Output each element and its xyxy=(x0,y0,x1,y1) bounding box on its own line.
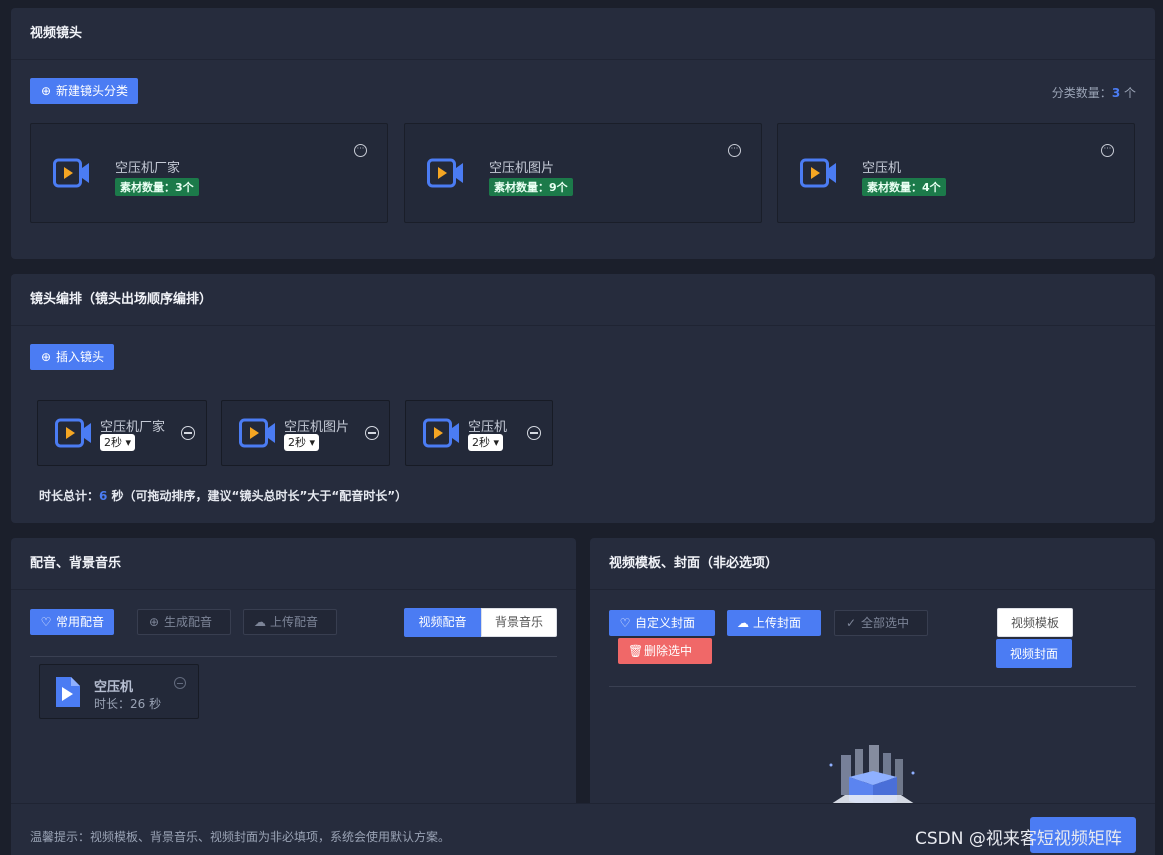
shots-panel-title: 视频镜头 xyxy=(11,8,1155,60)
template-panel: 视频模板、封面（非必选项） ♡ 自定义封面 ☁ 上传封面 ✓ 全部选中 🗑 删除… xyxy=(590,538,1155,808)
material-count-badge: 素材数量：9个 xyxy=(489,178,573,196)
custom-cover-button[interactable]: ♡ 自定义封面 xyxy=(609,610,715,636)
audio-file-card[interactable]: 空压机 时长：26 秒 xyxy=(39,664,199,719)
remove-circle-icon[interactable] xyxy=(174,677,186,689)
plus-circle-icon: ⊕ xyxy=(148,615,160,629)
video-camera-icon xyxy=(423,418,459,448)
upload-voice-label: 上传配音 xyxy=(270,615,319,629)
shots-panel: 视频镜头 ⊕ 新建镜头分类 分类数量：3 个 空压机厂家 素材数量：3个 ···… xyxy=(11,8,1155,259)
video-camera-icon xyxy=(427,158,463,188)
total-duration-label: 时长总计： xyxy=(39,489,100,503)
audio-panel: 配音、背景音乐 ♡ 常用配音 ⊕ 生成配音 ☁ 上传配音 视频配音 背景音乐 空… xyxy=(11,538,576,808)
arrange-panel: 镜头编排（镜头出场顺序编排） ⊕ 插入镜头 空压机厂家 2秒 ▾ 空压机图片 2… xyxy=(11,274,1155,523)
more-options-icon[interactable]: ··· xyxy=(728,144,741,157)
audio-file-name: 空压机 xyxy=(94,680,134,695)
video-camera-icon xyxy=(55,418,91,448)
audio-file-duration: 时长：26 秒 xyxy=(94,697,162,711)
template-panel-title: 视频模板、封面（非必选项） xyxy=(590,538,1155,590)
tab-video-cover[interactable]: 视频封面 xyxy=(996,639,1072,668)
upload-cover-label: 上传封面 xyxy=(753,616,802,630)
category-card[interactable]: 空压机 素材数量：4个 ··· xyxy=(777,123,1135,223)
remove-circle-icon[interactable] xyxy=(365,426,379,440)
plus-circle-icon: ⊕ xyxy=(40,350,52,364)
category-count-label: 分类数量： xyxy=(1051,86,1112,100)
sequence-item[interactable]: 空压机 2秒 ▾ xyxy=(405,400,553,466)
delete-selected-button[interactable]: 🗑 删除选中 xyxy=(618,638,712,664)
material-count-badge: 素材数量：3个 xyxy=(115,178,199,196)
template-divider xyxy=(609,686,1136,687)
duration-select[interactable]: 2秒 ▾ xyxy=(100,434,136,451)
total-duration: 时长总计：6 秒（可拖动排序，建议“镜头总时长”大于“配音时长”） xyxy=(39,487,407,504)
material-count-badge: 素材数量：4个 xyxy=(862,178,946,196)
generate-voice-button[interactable]: ⊕ 生成配音 xyxy=(137,609,231,635)
cloud-upload-icon: ☁ xyxy=(254,615,266,629)
remove-circle-icon[interactable] xyxy=(527,426,541,440)
new-category-button[interactable]: ⊕ 新建镜头分类 xyxy=(30,78,139,104)
audio-panel-title: 配音、背景音乐 xyxy=(11,538,576,590)
common-voice-label: 常用配音 xyxy=(56,615,105,629)
video-camera-icon xyxy=(53,158,89,188)
category-count-value: 3 xyxy=(1111,86,1121,100)
delete-selected-label: 删除选中 xyxy=(644,644,693,658)
custom-cover-label: 自定义封面 xyxy=(635,616,696,630)
upload-voice-button[interactable]: ☁ 上传配音 xyxy=(243,609,337,635)
tab-background-music[interactable]: 背景音乐 xyxy=(481,608,557,637)
cloud-upload-icon: ☁ xyxy=(737,616,749,630)
category-count: 分类数量：3 个 xyxy=(1052,84,1136,101)
select-all-button[interactable]: ✓ 全部选中 xyxy=(834,610,928,636)
category-card[interactable]: 空压机厂家 素材数量：3个 ··· xyxy=(30,123,388,223)
check-circle-icon: ✓ xyxy=(845,616,857,630)
select-all-label: 全部选中 xyxy=(861,616,910,630)
more-options-icon[interactable]: ··· xyxy=(354,144,367,157)
category-card[interactable]: 空压机图片 素材数量：9个 ··· xyxy=(404,123,762,223)
upload-cover-button[interactable]: ☁ 上传封面 xyxy=(727,610,821,636)
heart-icon: ♡ xyxy=(40,615,52,629)
heart-icon: ♡ xyxy=(619,616,631,630)
audio-file-icon xyxy=(56,677,80,707)
sequence-item[interactable]: 空压机图片 2秒 ▾ xyxy=(221,400,390,466)
watermark: CSDN @视来客短视频矩阵 xyxy=(915,829,1122,849)
total-duration-hint: 秒（可拖动排序，建议“镜头总时长”大于“配音时长”） xyxy=(107,489,408,503)
sequence-item[interactable]: 空压机厂家 2秒 ▾ xyxy=(37,400,207,466)
sequence-item-name: 空压机 xyxy=(468,420,508,435)
audio-divider xyxy=(30,656,557,657)
video-camera-icon xyxy=(800,158,836,188)
generate-voice-label: 生成配音 xyxy=(164,615,213,629)
footer-tip: 温馨提示：视频模板、背景音乐、视频封面为非必填项，系统会使用默认方案。 xyxy=(30,830,451,844)
new-category-label: 新建镜头分类 xyxy=(56,84,129,98)
insert-shot-button[interactable]: ⊕ 插入镜头 xyxy=(30,344,115,370)
category-count-unit: 个 xyxy=(1120,86,1136,100)
sequence-item-name: 空压机厂家 xyxy=(100,420,166,435)
arrange-panel-title: 镜头编排（镜头出场顺序编排） xyxy=(11,274,1155,326)
more-options-icon[interactable]: ··· xyxy=(1101,144,1114,157)
plus-circle-icon: ⊕ xyxy=(40,84,52,98)
tab-video-voice[interactable]: 视频配音 xyxy=(404,608,481,637)
duration-select[interactable]: 2秒 ▾ xyxy=(284,434,320,451)
common-voice-button[interactable]: ♡ 常用配音 xyxy=(30,609,115,635)
category-name: 空压机 xyxy=(862,161,902,176)
insert-shot-label: 插入镜头 xyxy=(56,350,105,364)
duration-select[interactable]: 2秒 ▾ xyxy=(468,434,504,451)
category-name: 空压机图片 xyxy=(489,161,555,176)
category-name: 空压机厂家 xyxy=(115,161,181,176)
remove-circle-icon[interactable] xyxy=(181,426,195,440)
trash-icon: 🗑 xyxy=(628,644,644,658)
sequence-item-name: 空压机图片 xyxy=(284,420,350,435)
tab-video-template[interactable]: 视频模板 xyxy=(997,608,1073,637)
video-camera-icon xyxy=(239,418,275,448)
footer-bar: 温馨提示：视频模板、背景音乐、视频封面为非必填项，系统会使用默认方案。 CSDN… xyxy=(11,803,1155,855)
empty-box-illustration xyxy=(825,745,921,808)
